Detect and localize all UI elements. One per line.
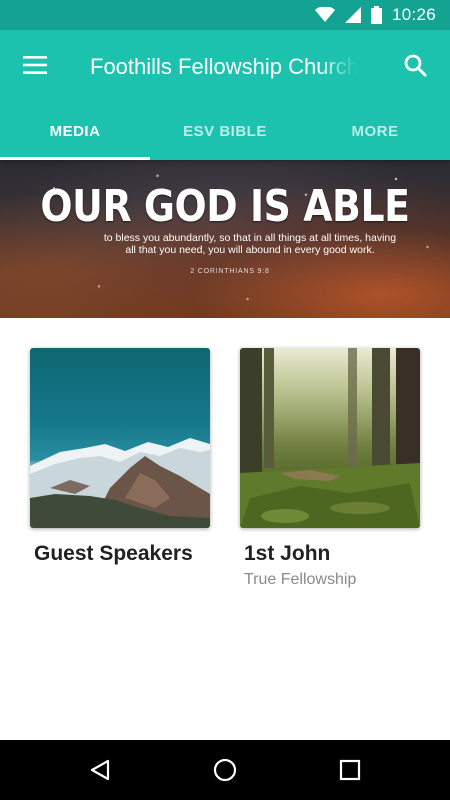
back-icon [90,759,110,781]
menu-icon [23,56,47,74]
media-card-1st-john[interactable]: 1st John True Fellowship [240,348,420,589]
search-button[interactable] [402,52,428,78]
card-subtitle: True Fellowship [244,571,357,588]
recents-button[interactable] [335,755,365,785]
search-icon [404,54,427,77]
banner-reference: 2 CORINTHIANS 9:8 [190,268,270,275]
signal-icon [344,7,361,23]
battery-icon [370,6,382,24]
status-time: 10:26 [391,5,436,24]
home-icon [213,758,237,782]
system-nav-bar [0,740,450,800]
page-title: Foothills Fellowship Church [90,54,358,79]
banner-verse: to bless you abundantly, so that in all … [103,232,397,256]
tab-media[interactable]: MEDIA [0,102,150,160]
card-title: 1st John [244,542,331,565]
mountain-image [30,348,210,528]
recents-icon [339,759,361,781]
tab-bar: MEDIA ESV BIBLE MORE [0,102,450,160]
home-button[interactable] [210,755,240,785]
app-bar: Foothills Fellowship Church [0,30,450,102]
tab-more[interactable]: MORE [300,102,450,160]
wifi-icon [314,7,335,23]
media-card-guest-speakers[interactable]: Guest Speakers [30,348,210,566]
tab-esv-bible[interactable]: ESV BIBLE [150,102,300,160]
card-title: Guest Speakers [34,542,193,565]
status-bar: 10:26 [0,0,450,30]
active-tab-indicator [0,157,150,160]
back-button[interactable] [85,755,115,785]
menu-button[interactable] [22,52,48,78]
featured-banner[interactable]: OUR GOD IS ABLE to bless you abundantly,… [0,160,450,318]
banner-headline: OUR GOD IS ABLE [40,181,410,232]
forest-image [240,348,420,528]
